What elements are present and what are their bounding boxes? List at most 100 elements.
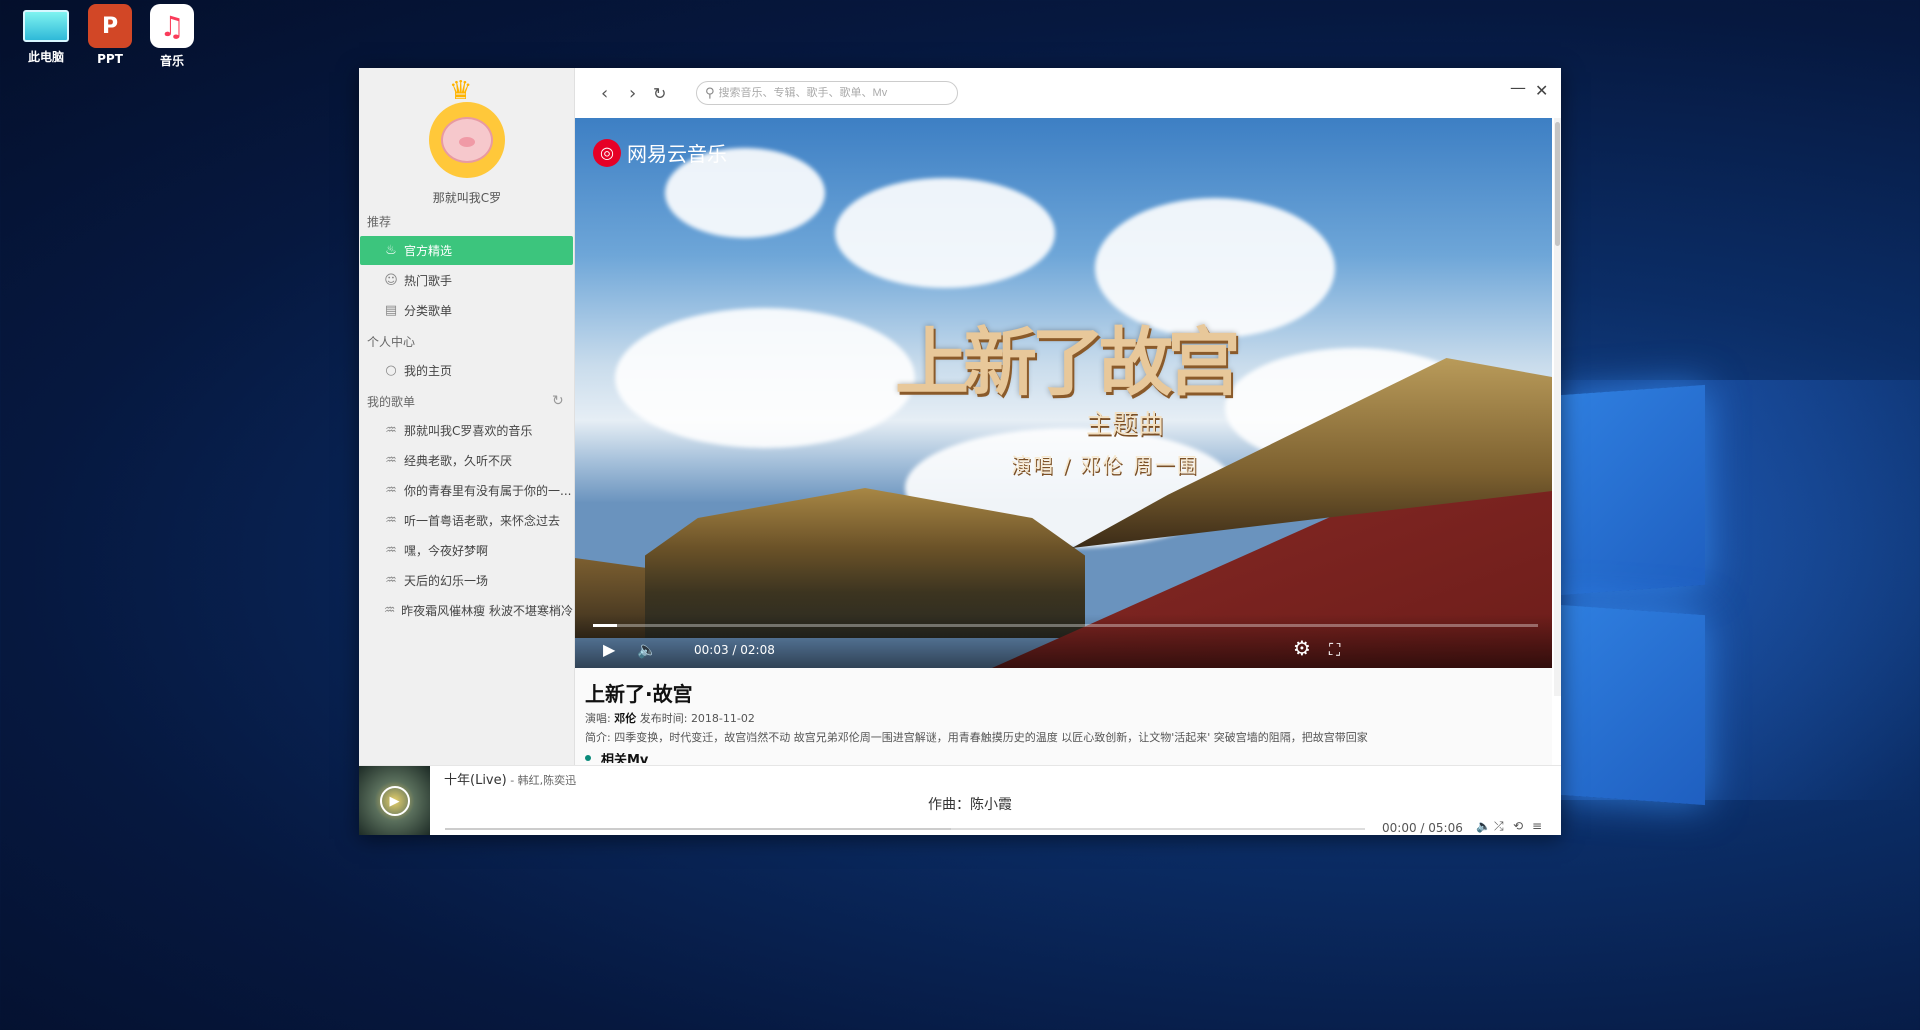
video-player[interactable]: ◎ 网易云音乐 上新了故宫 主题曲 演唱 / 邓伦 周一围 ▶ 🔈 00:03 …	[575, 118, 1552, 668]
desktop-icon-ppt[interactable]: P PPT	[80, 4, 140, 66]
scrollbar[interactable]	[1554, 118, 1561, 696]
powerpoint-icon: P	[88, 4, 132, 48]
list-icon: ▤	[384, 303, 398, 318]
related-mv-heading: 相关Mv	[585, 753, 1542, 763]
playlist-icon: ♒	[383, 603, 396, 618]
windows-logo	[1560, 360, 1920, 820]
mv-meta: 演唱: 邓伦 发布时间: 2018-11-02	[585, 710, 1542, 726]
avatar-area[interactable]: ♛	[425, 76, 511, 192]
desktop-icon-this-pc[interactable]: 此电脑	[16, 4, 76, 65]
cloud	[615, 308, 915, 448]
intro-text: 四季变换，时代变迁，故宫岿然不动 故宫兄弟邓伦周一围进宫解谜，用青春触摸历史的温…	[614, 731, 1368, 744]
related-mv-label: 相关Mv	[601, 753, 649, 763]
shuffle-icon[interactable]: ⤮	[1494, 819, 1504, 834]
sidebar-item-label: 那就叫我C罗喜欢的音乐	[404, 424, 533, 438]
release-date: 2018-11-02	[690, 712, 755, 725]
sidebar-item-playlist[interactable]: ♒ 听一首粤语老歌，来怀念过去	[360, 506, 573, 535]
section-title-recommend: 推荐	[367, 215, 392, 229]
sidebar-item-category-playlists[interactable]: ▤ 分类歌单	[360, 296, 573, 325]
settings-gear-icon[interactable]: ⚙	[1293, 636, 1311, 660]
volume-icon[interactable]: 🔈	[1476, 819, 1491, 833]
sidebar-item-label: 热门歌手	[404, 274, 453, 288]
now-playing-song: 十年(Live)	[444, 773, 507, 788]
playlist-menu-icon[interactable]: ≡	[1532, 819, 1542, 833]
now-playing: 十年(Live) - 韩红,陈奕迅	[444, 769, 576, 788]
close-icon[interactable]: ✕	[1535, 81, 1548, 100]
sidebar-item-label: 官方精选	[404, 244, 453, 258]
desktop-icon-music[interactable]: ♫ 音乐	[142, 4, 202, 69]
video-title-art: 上新了故宫 主题曲 演唱 / 邓伦 周一围	[895, 303, 1241, 478]
sidebar-item-label: 我的主页	[404, 364, 453, 378]
desktop-icon-label: 此电脑	[27, 50, 64, 64]
sidebar-item-playlist[interactable]: ♒ 昨夜霜风催林瘦 秋波不堪寒梢冷	[360, 596, 573, 625]
sidebar-item-playlist[interactable]: ♒ 你的青春里有没有属于你的一...	[360, 476, 573, 505]
sidebar-item-label: 嘿，今夜好梦啊	[404, 544, 489, 558]
desktop-icon-label: 音乐	[159, 54, 184, 68]
flame-icon: ♨	[385, 243, 397, 258]
fullscreen-icon[interactable]: ⛶	[1329, 640, 1340, 660]
windows-logo-pane-bottom	[1560, 604, 1705, 806]
refresh-icon[interactable]: ↻	[552, 393, 564, 409]
sidebar-item-label: 分类歌单	[404, 304, 453, 318]
mv-title: 上新了·故宫	[585, 682, 693, 706]
reload-icon[interactable]: ↻	[653, 84, 666, 103]
search-box[interactable]: ⚲	[696, 81, 958, 105]
username[interactable]: 那就叫我C罗	[359, 189, 575, 206]
singer-label: 演唱:	[585, 712, 611, 725]
sidebar: ♛ 那就叫我C罗 推荐 ♨ 官方精选 ☺ 热门歌手 ▤ 分类歌单 个人中心 ○ …	[359, 68, 575, 765]
top-bar: ‹ › ↻ ⚲ — ✕	[575, 68, 1561, 118]
search-icon: ⚲	[705, 85, 715, 101]
back-icon[interactable]: ‹	[601, 83, 608, 104]
now-playing-artist: - 韩红,陈奕迅	[506, 774, 577, 787]
scrollbar-thumb[interactable]	[1555, 122, 1560, 246]
cloud	[835, 178, 1055, 288]
netease-logo-icon: ◎	[593, 138, 621, 167]
sidebar-item-hot-singers[interactable]: ☺ 热门歌手	[360, 266, 573, 295]
bullet-dot	[585, 755, 591, 761]
video-controls: ▶ 🔈 00:03 / 02:08 ⚙ ⛶	[575, 614, 1552, 668]
desktop-icon-label: PPT	[97, 52, 123, 66]
video-progress-bar[interactable]	[593, 624, 1538, 627]
sidebar-item-label: 天后的幻乐一场	[404, 574, 489, 588]
windows-logo-pane-top	[1560, 384, 1705, 596]
mv-intro: 简介: 四季变换，时代变迁，故宫岿然不动 故宫兄弟邓伦周一围进宫解谜，用青春触摸…	[585, 729, 1542, 745]
sidebar-item-label: 经典老歌，久听不厌	[404, 454, 513, 468]
forward-icon[interactable]: ›	[629, 83, 636, 104]
intro-label: 简介:	[585, 731, 611, 744]
singer-name[interactable]: 邓伦	[614, 712, 636, 725]
avatar[interactable]	[429, 102, 505, 178]
repeat-icon[interactable]: ⟲	[1513, 819, 1523, 833]
sidebar-item-playlist[interactable]: ♒ 经典老歌，久听不厌	[360, 446, 573, 475]
netease-music-watermark: ◎ 网易云音乐	[593, 138, 727, 167]
release-label: 发布时间:	[639, 712, 688, 725]
search-input[interactable]	[718, 87, 939, 99]
playlist-icon: ♒	[385, 453, 397, 468]
lyric-line: 作曲：陈小霞	[928, 797, 1012, 813]
sidebar-item-playlist[interactable]: ♒ 那就叫我C罗喜欢的音乐	[360, 416, 573, 445]
playlist-icon: ♒	[385, 483, 397, 498]
playlist-icon: ♒	[385, 513, 397, 528]
video-title-text: 上新了故宫	[895, 320, 1241, 406]
playlist-icon: ♒	[385, 423, 397, 438]
play-icon[interactable]: ▶	[603, 640, 615, 659]
video-progress-fill	[593, 624, 617, 627]
sidebar-item-official-picks[interactable]: ♨ 官方精选	[360, 236, 573, 265]
sidebar-item-playlist[interactable]: ♒ 天后的幻乐一场	[360, 566, 573, 595]
playlist-icon: ♒	[385, 543, 397, 558]
user-icon: ☺	[384, 273, 398, 288]
sidebar-item-my-homepage[interactable]: ○ 我的主页	[360, 356, 573, 385]
music-note-icon: ♫	[150, 4, 194, 48]
minimize-icon[interactable]: —	[1510, 78, 1526, 97]
sidebar-item-playlist[interactable]: ♒ 嘿，今夜好梦啊	[360, 536, 573, 565]
player-progress-bar[interactable]	[445, 828, 1365, 830]
brand-name: 网易云音乐	[627, 142, 727, 166]
monitor-icon	[23, 10, 69, 42]
video-time: 00:03 / 02:08	[694, 643, 775, 657]
pig-avatar-icon	[441, 117, 493, 163]
player-buffer-fill	[445, 828, 951, 830]
volume-icon[interactable]: 🔈	[637, 640, 657, 659]
player-time: 00:00 / 05:06	[1382, 821, 1463, 835]
sidebar-item-label: 昨夜霜风催林瘦 秋波不堪寒梢冷	[401, 604, 573, 618]
mv-info-panel: 上新了·故宫 演唱: 邓伦 发布时间: 2018-11-02 简介: 四季变换，…	[575, 668, 1552, 765]
smiley-icon: ○	[385, 363, 397, 378]
